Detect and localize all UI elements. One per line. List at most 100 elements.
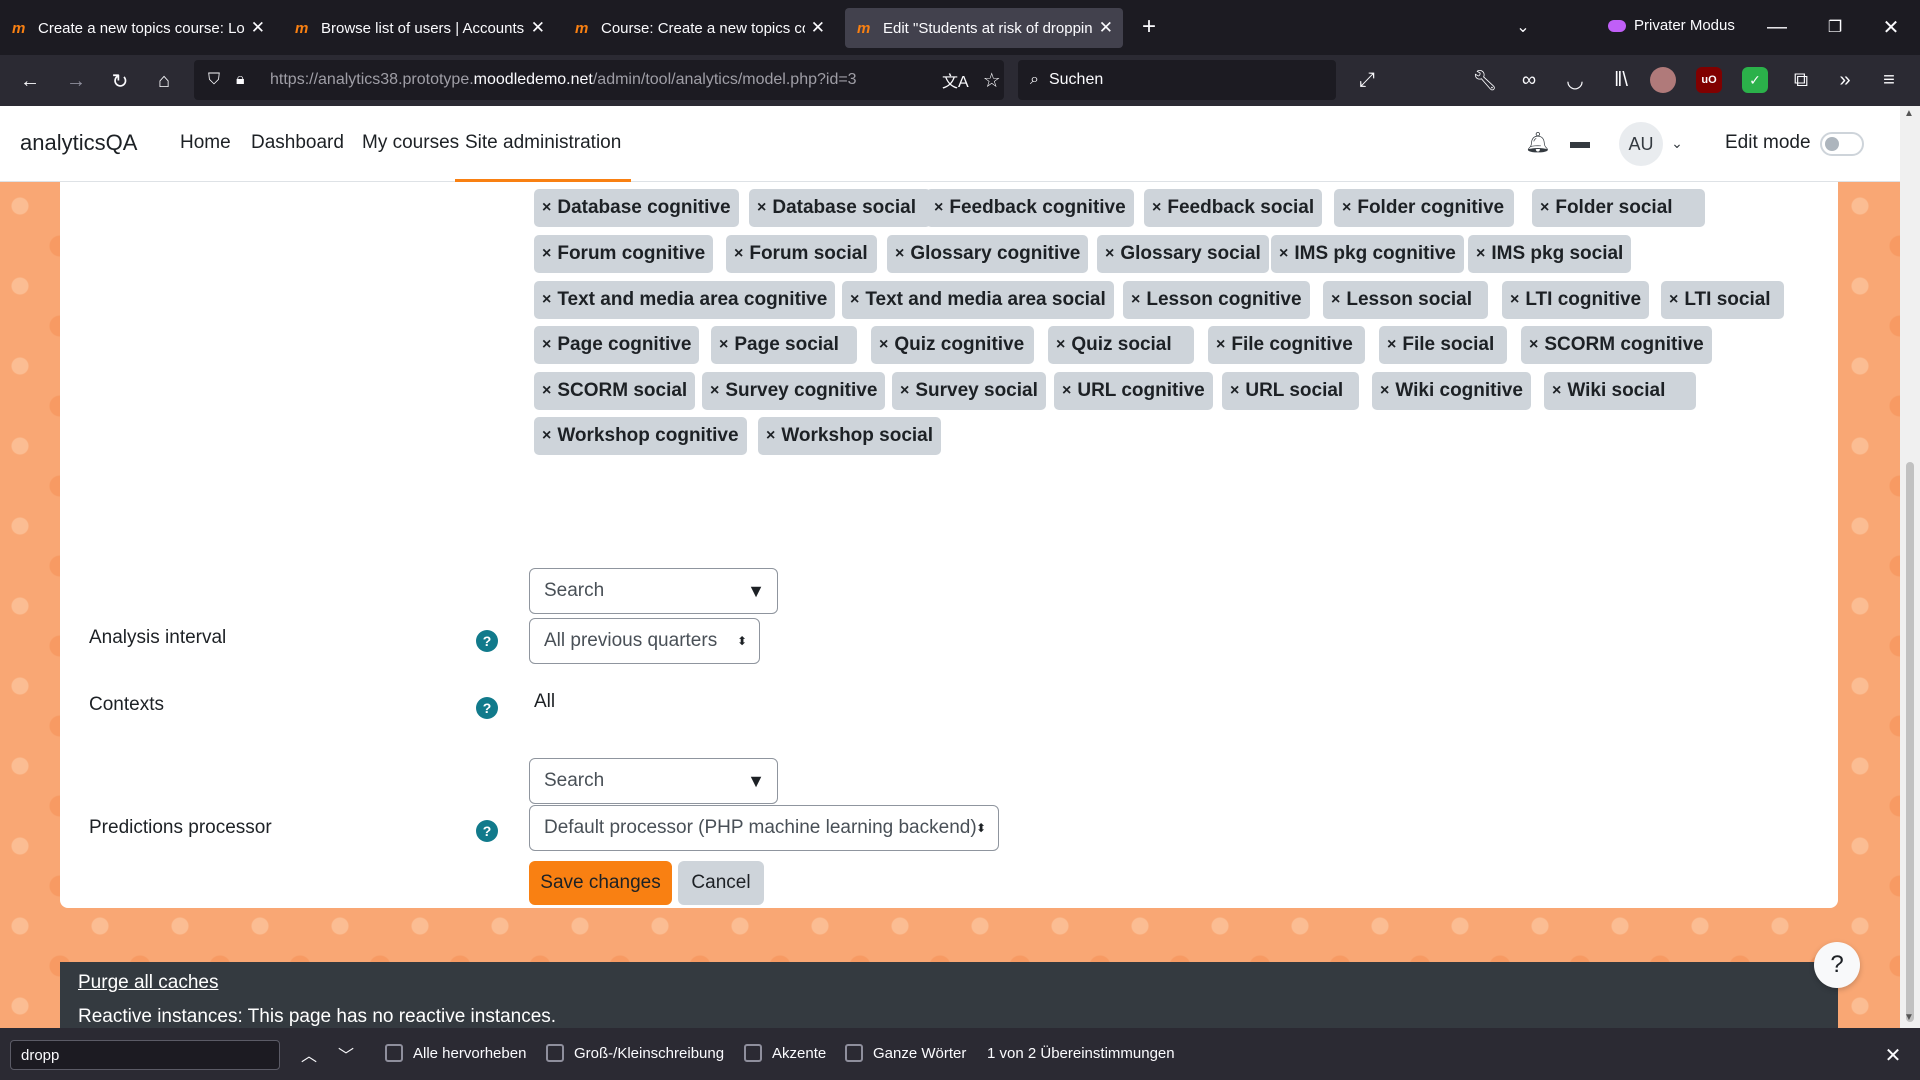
close-window-icon[interactable]: ✕: [1876, 12, 1906, 42]
remove-tag-close-icon[interactable]: ×: [1062, 382, 1071, 400]
nav-site-administration[interactable]: Site administration: [455, 132, 632, 182]
indicator-tag[interactable]: × Survey cognitive: [702, 372, 886, 410]
indicator-tag[interactable]: × Glossary cognitive: [887, 235, 1089, 273]
restore-icon[interactable]: ❐: [1820, 12, 1850, 42]
wrench-icon[interactable]: 🔧︎: [1470, 65, 1500, 95]
remove-tag-close-icon[interactable]: ×: [766, 427, 775, 445]
lock-icon[interactable]: 🔒︎: [236, 71, 254, 89]
remove-tag-close-icon[interactable]: ×: [1342, 199, 1351, 217]
browser-tab-active[interactable]: m Edit "Students at risk of droppin ✕: [845, 8, 1123, 48]
remove-tag-close-icon[interactable]: ×: [1552, 382, 1561, 400]
indicator-tag[interactable]: × SCORM cognitive: [1521, 326, 1712, 364]
hamburger-menu-icon[interactable]: ≡: [1874, 65, 1904, 95]
indicator-tag[interactable]: × URL cognitive: [1054, 372, 1213, 410]
messages-chat-icon[interactable]: ▬: [1566, 128, 1594, 156]
reload-icon[interactable]: ↻: [104, 65, 136, 97]
remove-tag-close-icon[interactable]: ×: [934, 199, 943, 217]
remove-tag-close-icon[interactable]: ×: [1387, 336, 1396, 354]
shield-icon[interactable]: ⛉: [208, 71, 228, 89]
scrollbar-thumb[interactable]: [1906, 462, 1914, 1022]
indicator-tag[interactable]: × Folder social: [1532, 189, 1705, 227]
translate-icon[interactable]: 文A: [942, 68, 969, 92]
save-changes-button[interactable]: Save changes: [529, 861, 672, 905]
remove-tag-close-icon[interactable]: ×: [1476, 245, 1485, 263]
indicator-tag[interactable]: × File cognitive: [1208, 326, 1365, 364]
indicator-tag[interactable]: × Database cognitive: [534, 189, 739, 227]
indicator-tag[interactable]: × Database social: [749, 189, 931, 227]
remove-tag-close-icon[interactable]: ×: [895, 245, 904, 263]
remove-tag-close-icon[interactable]: ×: [900, 382, 909, 400]
remove-tag-close-icon[interactable]: ×: [1669, 291, 1678, 309]
close-find-bar-icon[interactable]: ✕: [1878, 1040, 1908, 1070]
indicator-tag[interactable]: × Lesson social: [1323, 281, 1488, 319]
match-diacritics-checkbox[interactable]: [744, 1044, 762, 1062]
indicator-tag[interactable]: × Forum cognitive: [534, 235, 714, 273]
remove-tag-close-icon[interactable]: ×: [879, 336, 888, 354]
browser-tab[interactable]: m Course: Create a new topics cou ✕: [563, 8, 835, 48]
close-tab-icon[interactable]: ✕: [251, 18, 265, 38]
remove-tag-close-icon[interactable]: ×: [1331, 291, 1340, 309]
remove-tag-close-icon[interactable]: ×: [1216, 336, 1225, 354]
remove-tag-close-icon[interactable]: ×: [1380, 382, 1389, 400]
remove-tag-close-icon[interactable]: ×: [1279, 245, 1288, 263]
remove-tag-close-icon[interactable]: ×: [734, 245, 743, 263]
shield-extension-icon[interactable]: ✓: [1742, 67, 1768, 93]
remove-tag-close-icon[interactable]: ×: [1131, 291, 1140, 309]
account-avatar-icon[interactable]: [1650, 67, 1676, 93]
indicator-tag[interactable]: × LTI social: [1661, 281, 1784, 319]
indicator-tag[interactable]: × LTI cognitive: [1502, 281, 1650, 319]
nav-my-courses[interactable]: My courses: [362, 132, 459, 154]
indicator-tag[interactable]: × File social: [1379, 326, 1507, 364]
address-bar[interactable]: ⛉ 🔒︎ https://analytics38.prototype.moodl…: [194, 60, 1004, 100]
contexts-search-select[interactable]: Search ▼: [529, 758, 778, 804]
private-browsing-icon[interactable]: ∞: [1514, 65, 1544, 95]
remove-tag-close-icon[interactable]: ×: [542, 336, 551, 354]
remove-tag-close-icon[interactable]: ×: [1540, 199, 1549, 217]
indicator-tag[interactable]: × Workshop social: [758, 417, 942, 455]
indicator-tag[interactable]: × Folder cognitive: [1334, 189, 1514, 227]
indicator-tag[interactable]: × Survey social: [892, 372, 1046, 410]
indicator-tag[interactable]: × Page cognitive: [534, 326, 700, 364]
remove-tag-close-icon[interactable]: ×: [850, 291, 859, 309]
analysis-interval-help-icon[interactable]: ?: [476, 630, 498, 652]
tab-list-chevron-icon[interactable]: ⌄: [1508, 12, 1538, 42]
page-scrollbar[interactable]: ▲ ▼: [1900, 106, 1920, 1028]
remove-tag-close-icon[interactable]: ×: [757, 199, 766, 217]
remove-tag-close-icon[interactable]: ×: [542, 427, 551, 445]
indicator-tag[interactable]: × Quiz social: [1048, 326, 1194, 364]
remove-tag-close-icon[interactable]: ×: [542, 291, 551, 309]
indicator-tag[interactable]: × URL social: [1222, 372, 1359, 410]
highlight-all-checkbox[interactable]: [385, 1044, 403, 1062]
indicator-tag[interactable]: × Text and media area cognitive: [534, 281, 836, 319]
fullscreen-expand-icon[interactable]: ⤢: [1352, 65, 1382, 95]
find-next-chevron-down-icon[interactable]: ﹀: [333, 1040, 359, 1068]
home-icon[interactable]: ⌂: [148, 65, 180, 97]
close-tab-icon[interactable]: ✕: [811, 18, 825, 38]
browser-tab[interactable]: m Create a new topics course: Log ✕: [0, 8, 275, 48]
contexts-help-icon[interactable]: ?: [476, 697, 498, 719]
pocket-icon[interactable]: ◡: [1560, 65, 1590, 95]
footer-help-button[interactable]: ?: [1814, 942, 1860, 988]
indicators-search-select[interactable]: Search ▼: [529, 568, 778, 614]
indicator-tag[interactable]: × IMS pkg social: [1468, 235, 1632, 273]
browser-tab[interactable]: m Browse list of users | Accounts | ✕: [283, 8, 555, 48]
purge-all-caches-link[interactable]: Purge all caches: [78, 972, 218, 994]
nav-home[interactable]: Home: [180, 132, 231, 154]
forward-icon[interactable]: →: [60, 65, 92, 97]
close-tab-icon[interactable]: ✕: [531, 18, 545, 38]
indicator-tag[interactable]: × Text and media area social: [842, 281, 1114, 319]
indicator-tag[interactable]: × Workshop cognitive: [534, 417, 747, 455]
match-case-option[interactable]: Groß-/Kleinschreibung: [546, 1044, 724, 1062]
indicator-tag[interactable]: × Lesson cognitive: [1123, 281, 1310, 319]
predictions-processor-select[interactable]: Default processor (PHP machine learning …: [529, 805, 999, 851]
new-tab-icon[interactable]: +: [1134, 12, 1164, 42]
remove-tag-close-icon[interactable]: ×: [1529, 336, 1538, 354]
remove-tag-close-icon[interactable]: ×: [719, 336, 728, 354]
indicator-tag[interactable]: × SCORM social: [534, 372, 696, 410]
remove-tag-close-icon[interactable]: ×: [1152, 199, 1161, 217]
edit-mode-toggle[interactable]: [1820, 132, 1864, 156]
cancel-button[interactable]: Cancel: [678, 861, 764, 905]
remove-tag-close-icon[interactable]: ×: [1105, 245, 1114, 263]
remove-tag-close-icon[interactable]: ×: [1510, 291, 1519, 309]
indicator-tag[interactable]: × Quiz cognitive: [871, 326, 1034, 364]
